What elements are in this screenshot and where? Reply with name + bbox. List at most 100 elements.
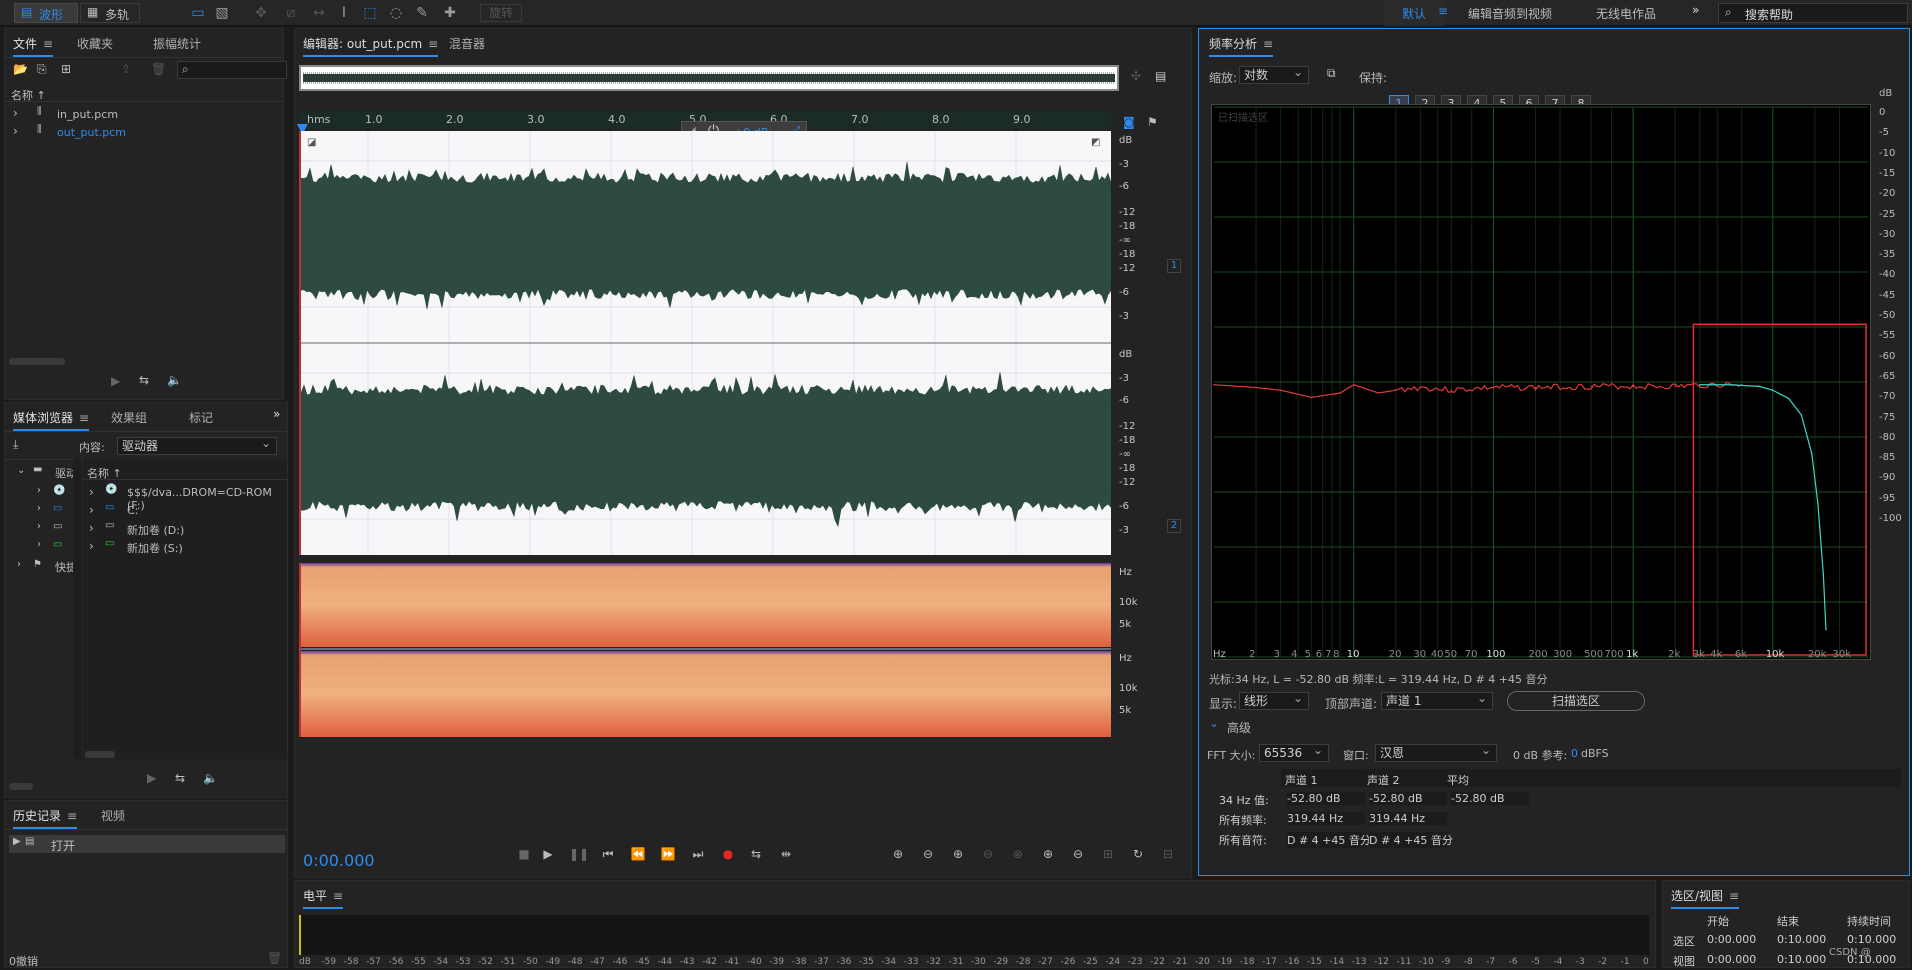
chevron-right-icon[interactable]: › [37,503,41,514]
list-item[interactable]: › ▭ 新加卷 (D:) [83,519,287,537]
loop-icon[interactable]: ⇆ [175,771,185,785]
selection-start[interactable]: 0:00.000 [1707,933,1756,946]
marker-icon[interactable]: ⚑ [1147,115,1158,129]
channel-1-toggle[interactable]: 1 [1167,259,1181,273]
list-item[interactable]: › ▭ 新加卷 (S:) [83,537,287,555]
zoom-reset-icon[interactable]: ↻ [1129,845,1147,863]
razor-tool-icon[interactable]: ⧄ [280,3,302,23]
more-workspaces-icon[interactable]: » [1692,3,1699,17]
marquee-tool-icon[interactable]: ⬚ [360,3,380,23]
file-item[interactable]: › ⫼ out_put.pcm [5,123,283,141]
workspace-edit-video[interactable]: 编辑音频到视频 [1468,5,1552,22]
panel-options-icon[interactable]: ▤ [1155,69,1166,83]
tab-selection-view[interactable]: 选区/视图 ≡ [1671,887,1740,909]
slip-tool-icon[interactable]: ↔ [308,3,330,23]
insert-icon[interactable]: ⇪ [121,62,131,76]
chevron-down-icon[interactable]: ⌄ [1209,716,1219,730]
tab-files[interactable]: 文件 ≡ [13,35,54,57]
play-icon[interactable]: ▶ [539,845,557,863]
multitrack-button[interactable]: ▦ 多轨 [80,3,140,23]
spectral-pitch-icon[interactable]: ▧ [212,3,232,23]
skip-end-icon[interactable]: ⏭ [689,845,707,863]
zoom-selection-icon[interactable]: ⊞ [1099,845,1117,863]
move-tool-icon[interactable]: ✥ [250,3,272,23]
view-start[interactable]: 0:00.000 [1707,953,1756,966]
chevron-right-icon[interactable]: › [37,521,41,532]
zoom-in-point-icon[interactable]: ⊕ [1039,845,1057,863]
zoom-fit-icon[interactable]: ✣ [1131,69,1141,83]
play-icon[interactable]: ▶ [147,771,156,785]
scrollbar[interactable] [9,358,65,365]
loop-icon[interactable]: ⇆ [139,373,149,387]
channel-2-toggle[interactable]: 2 [1167,519,1181,533]
tab-media-browser[interactable]: 媒体浏览器 ≡ [13,409,90,431]
waveform-display[interactable] [299,131,1111,555]
delete-icon[interactable]: 🗑 [151,62,166,76]
tab-frequency-analysis[interactable]: 频率分析 ≡ [1209,35,1274,57]
open-file-icon[interactable]: 📂 [13,62,28,76]
tab-effects-group[interactable]: 效果组 [111,409,147,426]
spot-healing-icon[interactable]: ✚ [438,3,462,23]
import-file-icon[interactable]: ⎘ [37,62,47,77]
snapshot-icon[interactable]: ⧉ [1327,66,1336,81]
tab-favorites[interactable]: 收藏夹 [77,35,113,52]
zoom-dropdown[interactable]: 对数 [1239,64,1309,84]
current-time[interactable]: 0:00.000 [303,851,375,870]
fade-out-handle-icon[interactable]: ◩ [1091,137,1100,148]
list-item[interactable]: › 💿 $$$/dva...DROM=CD-ROM (F:) [83,483,287,512]
top-channel-dropdown[interactable]: 声道 1 [1381,690,1493,710]
more-tabs-icon[interactable]: » [273,407,280,421]
workspace-radio[interactable]: 无线电作品 [1596,5,1656,22]
selection-duration[interactable]: 0:10.000 [1847,933,1896,946]
spectral-frequency-icon[interactable]: ▭ [188,3,208,23]
tab-markers[interactable]: 标记 [189,409,213,426]
skip-start-icon[interactable]: ⏮ [599,845,617,863]
db-ref-value[interactable]: 0 [1571,747,1578,760]
tab-amplitude-stats[interactable]: 振幅统计 [153,35,201,52]
tab-mixer[interactable]: 混音器 [449,35,485,52]
fast-forward-icon[interactable]: ⏩ [659,845,677,863]
fft-size-dropdown[interactable]: 65536 [1259,742,1329,762]
tab-editor[interactable]: 编辑器: out_put.pcm ≡ [303,35,439,57]
splitter[interactable] [73,459,81,759]
zoom-out-amplitude-icon[interactable]: ⊖ [919,845,937,863]
waveform-button[interactable]: ▤ 波形 [14,3,78,23]
lasso-tool-icon[interactable]: ◌ [386,3,406,23]
zoom-out-time-icon[interactable]: ⊖ [979,845,997,863]
trash-icon[interactable]: 🗑 [267,951,282,965]
zoom-full-icon[interactable]: ⊗ [1009,845,1027,863]
scrollbar[interactable] [85,751,115,758]
pause-icon[interactable]: ❚❚ [569,845,589,863]
scrollbar[interactable] [9,783,33,790]
new-file-icon[interactable]: ⊞ [61,62,71,76]
autoplay-icon[interactable]: 🔈 [167,373,182,387]
window-dropdown[interactable]: 汉恩 [1375,742,1497,762]
file-search-input[interactable]: ⌕ [177,61,287,79]
tab-history[interactable]: 历史记录 ≡ [13,807,78,829]
file-item[interactable]: › ⫼ in_put.pcm [5,105,283,123]
play-icon[interactable]: ▶ [111,374,120,388]
stop-icon[interactable]: ■ [515,845,533,863]
chevron-down-icon[interactable]: ⌄ [17,465,25,476]
record-icon[interactable]: ● [719,845,737,863]
loop-icon[interactable]: ⇆ [747,845,765,863]
list-item[interactable]: › ▭ C: [83,501,287,519]
zoom-all-icon[interactable]: ⊟ [1159,845,1177,863]
scan-selection-button[interactable]: 扫描选区 [1507,691,1645,711]
spectral-display[interactable] [299,563,1111,737]
display-dropdown[interactable]: 线形 [1239,690,1309,710]
import-drive-icon[interactable]: ⤓ [13,437,18,452]
search-help-input[interactable]: ⌕ 搜索帮助 [1718,3,1908,23]
zoom-in-time-icon[interactable]: ⊕ [949,845,967,863]
autoplay-icon[interactable]: 🔈 [203,771,218,785]
selection-end[interactable]: 0:10.000 [1777,933,1826,946]
brush-tool-icon[interactable]: ✎ [412,3,432,23]
workspace-menu-icon[interactable]: ≡ [1438,4,1448,18]
frequency-chart[interactable]: 已扫描选区 [1211,104,1871,660]
view-end[interactable]: 0:10.000 [1777,953,1826,966]
workspace-default[interactable]: 默认 [1402,5,1426,22]
chevron-right-icon[interactable]: › [17,559,21,570]
history-item[interactable]: ▶ ▤ 打开 [9,835,285,853]
chevron-right-icon[interactable]: › [37,539,41,550]
skip-selection-icon[interactable]: ⇹ [777,845,795,863]
